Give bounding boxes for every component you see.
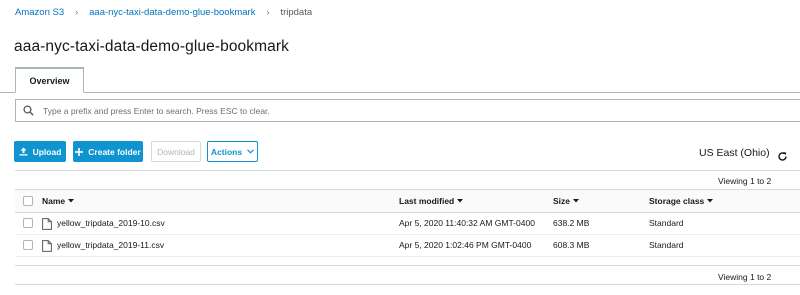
tab-overview[interactable]: Overview xyxy=(15,67,84,93)
storage-class-cell: Standard xyxy=(649,240,684,250)
last-modified-cell: Apr 5, 2020 11:40:32 AM GMT-0400 xyxy=(399,218,535,228)
pagination-info-top: Viewing 1 to 2 xyxy=(718,176,772,186)
pagination-info-bottom: Viewing 1 to 2 xyxy=(718,272,772,282)
last-modified-cell: Apr 5, 2020 1:02:46 PM GMT-0400 xyxy=(399,240,532,250)
search-input[interactable] xyxy=(43,105,743,116)
table-header: Name Last modified Size Storage class xyxy=(15,189,800,213)
page-title: aaa-nyc-taxi-data-demo-glue-bookmark xyxy=(14,38,289,55)
chevron-right-icon: › xyxy=(266,7,270,17)
sort-caret-icon xyxy=(573,199,580,203)
row-checkbox[interactable] xyxy=(23,240,33,250)
download-button[interactable]: Download xyxy=(151,141,201,162)
column-header-size[interactable]: Size xyxy=(553,196,580,206)
create-folder-button[interactable]: Create folder xyxy=(73,141,143,162)
region-label: US East (Ohio) xyxy=(699,147,770,159)
upload-button-label: Upload xyxy=(32,146,62,157)
search-box[interactable] xyxy=(15,99,800,122)
size-cell: 638.2 MB xyxy=(553,218,590,228)
sort-caret-icon xyxy=(707,199,714,203)
actions-dropdown[interactable]: Actions xyxy=(207,141,258,162)
upload-icon xyxy=(19,147,28,156)
breadcrumb: Amazon S3 › aaa-nyc-taxi-data-demo-glue-… xyxy=(15,5,312,19)
column-header-size-label: Size xyxy=(553,196,571,206)
refresh-icon[interactable] xyxy=(777,149,788,161)
file-name-link[interactable]: yellow_tripdata_2019-10.csv xyxy=(57,218,165,228)
breadcrumb-link-amazon-s3[interactable]: Amazon S3 xyxy=(15,7,64,18)
column-header-storage-class[interactable]: Storage class xyxy=(649,196,714,206)
table-top-border xyxy=(15,170,800,171)
upload-button[interactable]: Upload xyxy=(14,141,66,162)
column-header-name[interactable]: Name xyxy=(42,196,75,206)
sort-caret-icon xyxy=(457,199,464,203)
column-header-last-modified[interactable]: Last modified xyxy=(399,196,464,206)
actions-dropdown-label: Actions xyxy=(210,146,243,157)
breadcrumb-link-bucket[interactable]: aaa-nyc-taxi-data-demo-glue-bookmark xyxy=(89,7,255,18)
table-footer xyxy=(15,265,800,285)
file-name-link[interactable]: yellow_tripdata_2019-11.csv xyxy=(57,240,164,250)
breadcrumb-current-folder: tripdata xyxy=(280,6,313,18)
tabs-divider xyxy=(0,92,800,93)
search-icon xyxy=(23,105,35,117)
chevron-down-icon xyxy=(247,149,255,154)
row-checkbox[interactable] xyxy=(23,218,33,228)
plus-icon xyxy=(75,147,84,156)
table-row[interactable]: yellow_tripdata_2019-10.csv Apr 5, 2020 … xyxy=(15,213,800,235)
column-header-storage-class-label: Storage class xyxy=(649,196,705,206)
size-cell: 608.3 MB xyxy=(553,240,590,250)
storage-class-cell: Standard xyxy=(649,218,684,228)
file-icon xyxy=(42,217,52,230)
select-all-checkbox[interactable] xyxy=(23,196,33,206)
column-header-name-label: Name xyxy=(42,196,66,206)
column-header-last-modified-label: Last modified xyxy=(399,196,455,206)
file-icon xyxy=(42,239,52,252)
create-folder-button-label: Create folder xyxy=(88,146,141,157)
table-row[interactable]: yellow_tripdata_2019-11.csv Apr 5, 2020 … xyxy=(15,235,800,257)
chevron-right-icon: › xyxy=(75,7,79,17)
sort-caret-icon xyxy=(68,199,75,203)
